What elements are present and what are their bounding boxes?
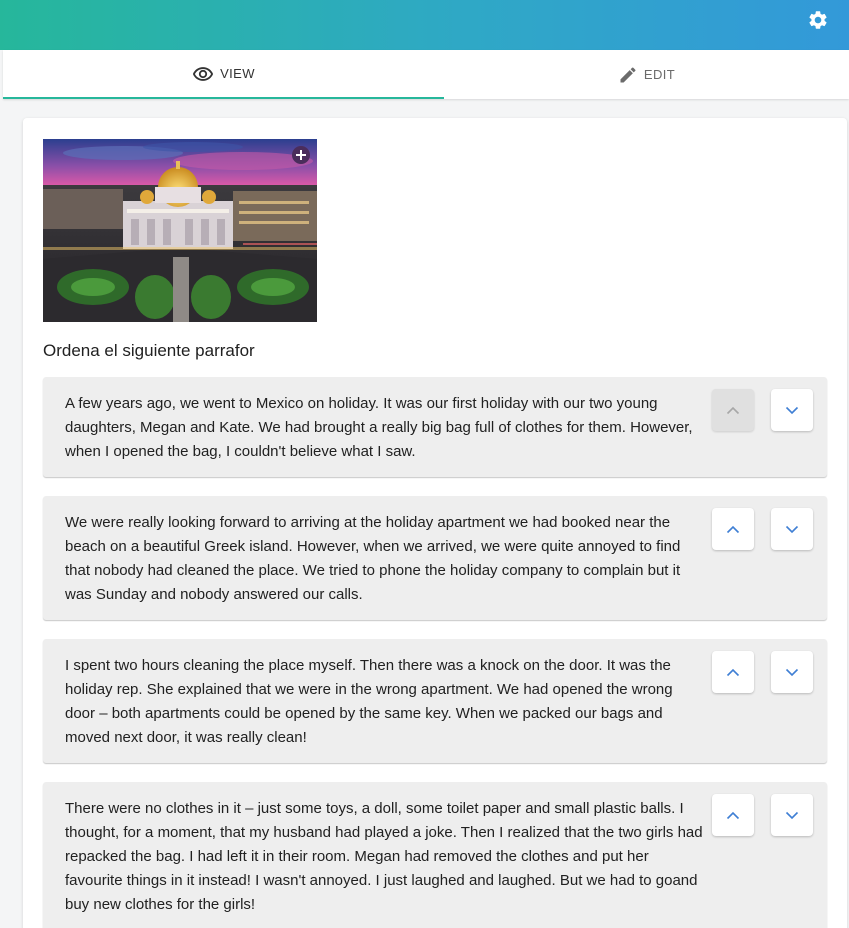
- chevron-up-icon: [726, 406, 740, 414]
- move-up-button[interactable]: [712, 508, 754, 550]
- question-card: Ordena el siguiente parrafor A few years…: [23, 118, 847, 928]
- tab-view-label: VIEW: [220, 66, 255, 81]
- order-item-text: A few years ago, we went to Mexico on ho…: [65, 395, 693, 460]
- chevron-up-icon: [726, 668, 740, 676]
- chevron-down-icon: [785, 525, 799, 533]
- tab-edit-label: EDIT: [643, 67, 676, 82]
- tab-view[interactable]: VIEW: [3, 50, 444, 99]
- eye-icon: [192, 66, 214, 81]
- order-item-text: There were no clothes in it – just some …: [65, 800, 703, 913]
- move-up-button[interactable]: [712, 389, 754, 431]
- move-down-button[interactable]: [771, 389, 813, 431]
- order-item-text: We were really looking forward to arrivi…: [65, 514, 681, 603]
- question-image: [43, 139, 317, 322]
- question-prompt: Ordena el siguiente parrafor: [43, 341, 255, 360]
- order-item: A few years ago, we went to Mexico on ho…: [43, 377, 827, 477]
- move-down-button[interactable]: [771, 794, 813, 836]
- move-down-button[interactable]: [771, 508, 813, 550]
- chevron-down-icon: [785, 406, 799, 414]
- move-up-button[interactable]: [712, 651, 754, 693]
- chevron-down-icon: [785, 668, 799, 676]
- palace-photo: [43, 139, 317, 322]
- pencil-icon: [620, 66, 636, 82]
- zoom-image-button[interactable]: [292, 146, 310, 164]
- move-up-button[interactable]: [712, 794, 754, 836]
- gear-icon[interactable]: [807, 9, 829, 31]
- plus-circle-icon: [296, 150, 306, 160]
- chevron-up-icon: [726, 525, 740, 533]
- move-down-button[interactable]: [771, 651, 813, 693]
- order-item: We were really looking forward to arrivi…: [43, 496, 827, 620]
- top-app-bar: [0, 0, 849, 50]
- chevron-up-icon: [726, 811, 740, 819]
- tab-bar: VIEW EDIT: [3, 50, 849, 99]
- order-item: I spent two hours cleaning the place mys…: [43, 639, 827, 763]
- chevron-down-icon: [785, 811, 799, 819]
- order-item: There were no clothes in it – just some …: [43, 782, 827, 928]
- tab-edit[interactable]: EDIT: [444, 50, 849, 99]
- order-item-text: I spent two hours cleaning the place mys…: [65, 657, 673, 746]
